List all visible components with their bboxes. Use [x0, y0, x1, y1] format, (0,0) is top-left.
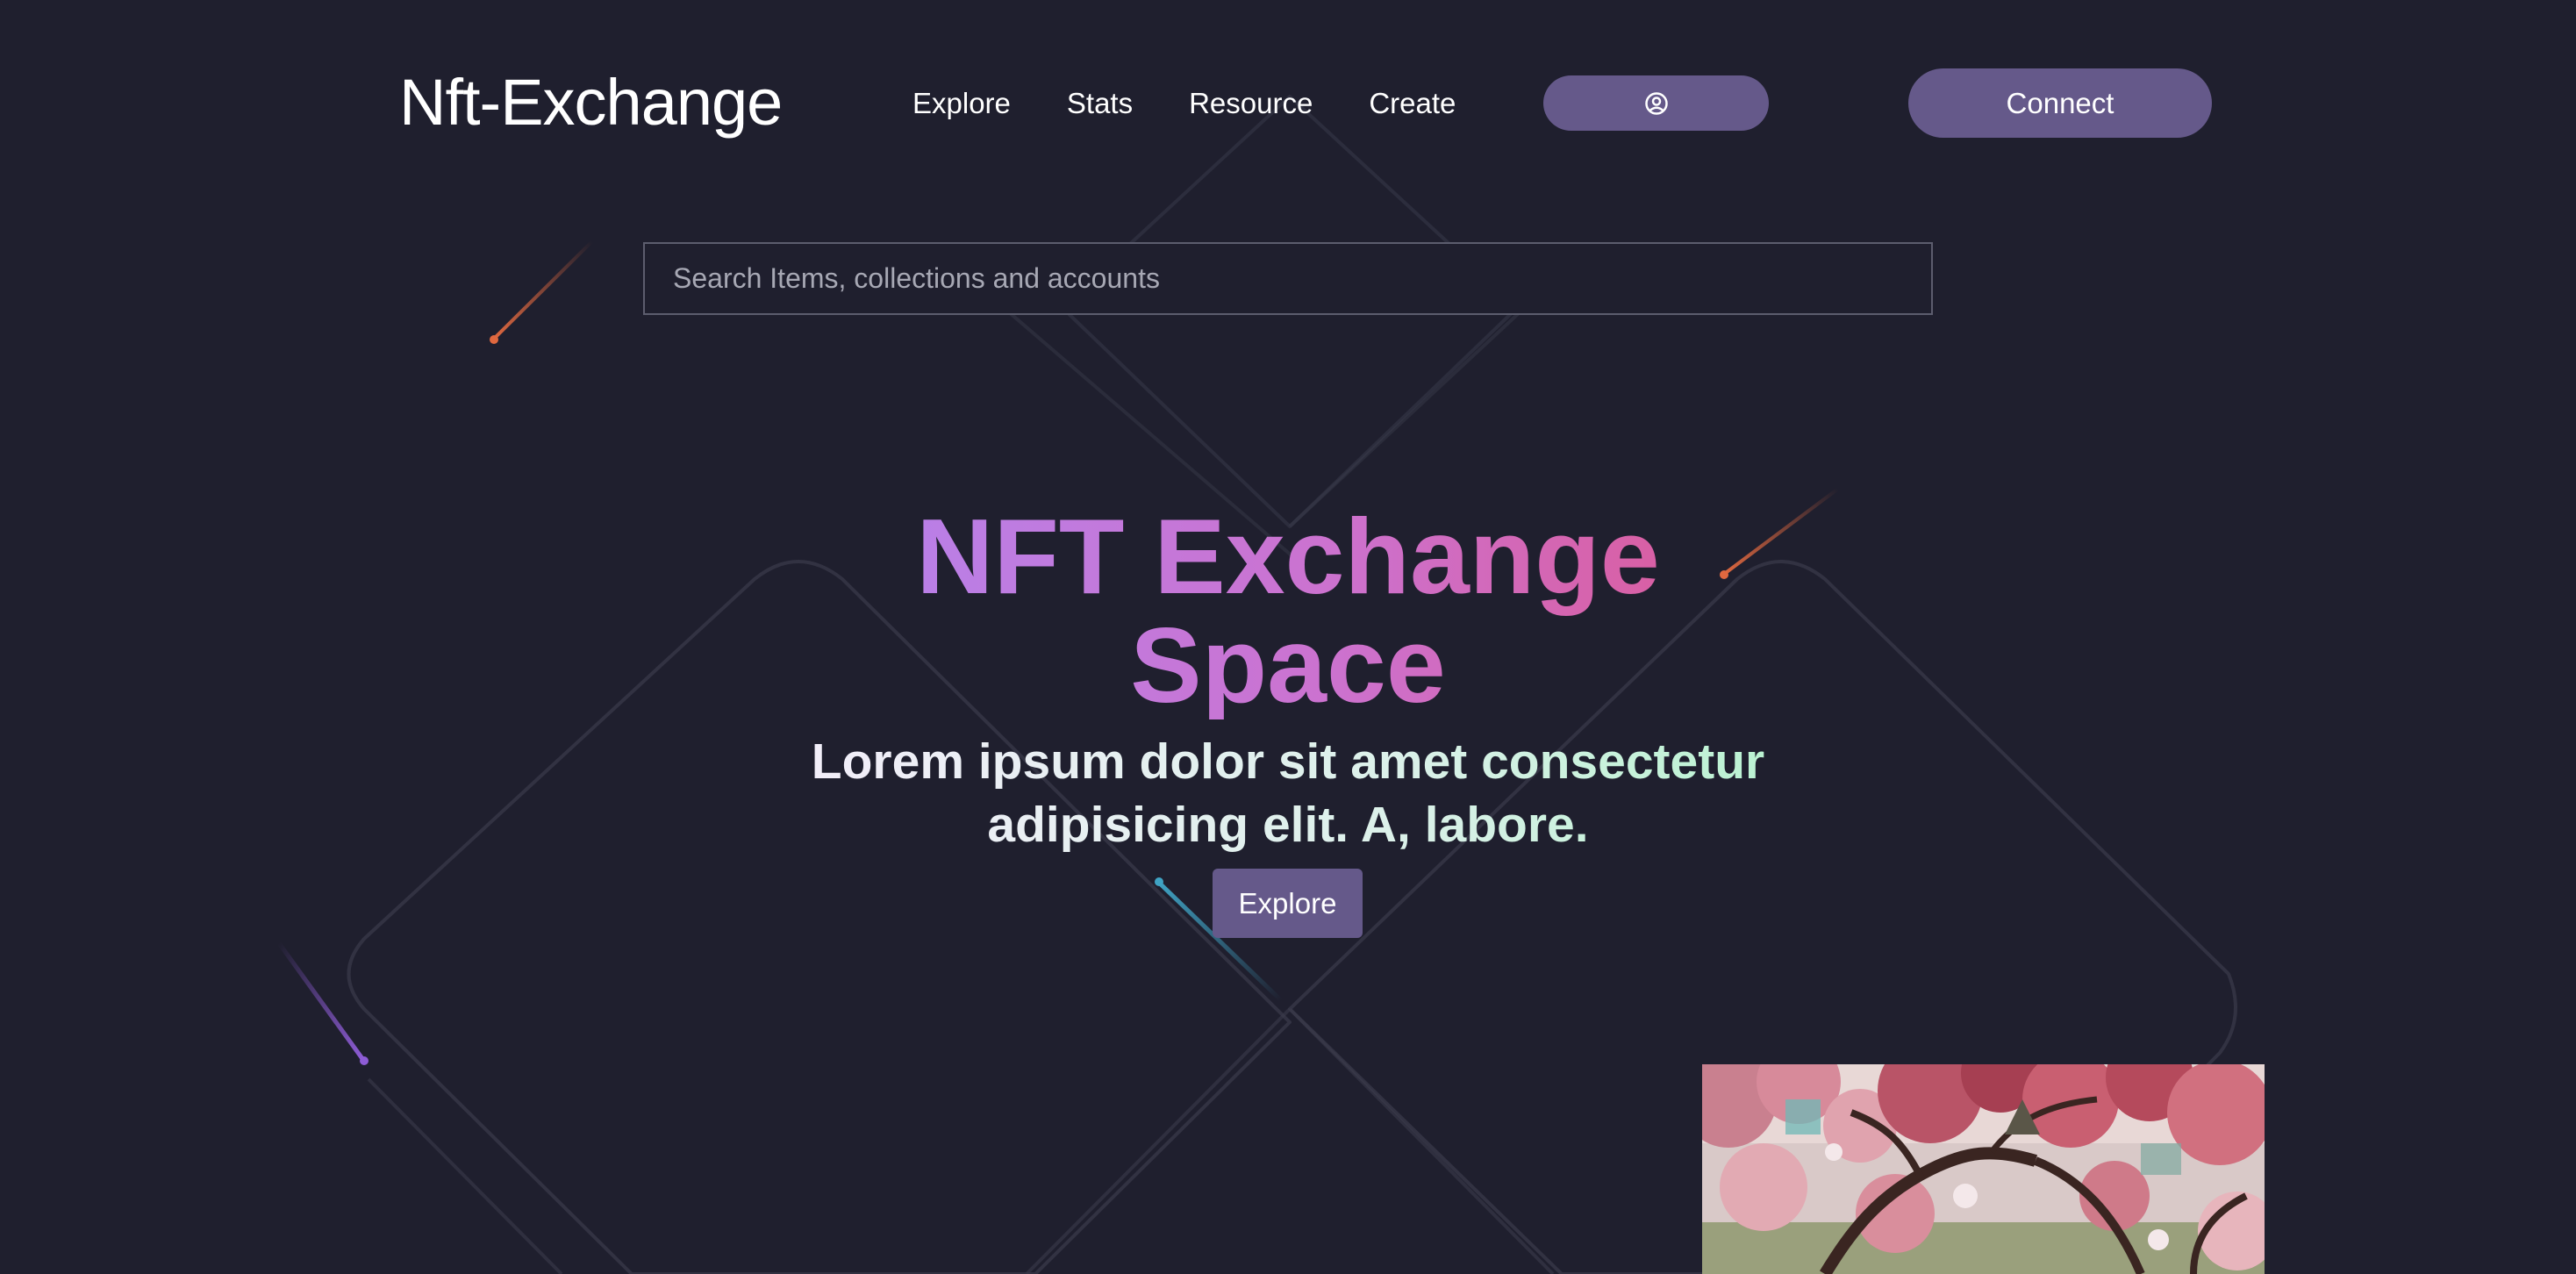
hero-subtitle: Lorem ipsum dolor sit amet consectetur a… [779, 730, 1797, 856]
nav-item-explore[interactable]: Explore [912, 87, 1011, 120]
nav-item-create[interactable]: Create [1369, 87, 1456, 120]
diamond-line-b [1288, 288, 1546, 528]
diamond-outline-bottom [1025, 1007, 1555, 1274]
connect-button[interactable]: Connect [1908, 68, 2212, 138]
search-input[interactable] [643, 242, 1933, 315]
nav-item-resource[interactable]: Resource [1189, 87, 1313, 120]
user-circle-icon [1644, 91, 1668, 115]
diamond-outline-lower-left [367, 1077, 563, 1274]
main-nav: Explore Stats Resource Create [912, 81, 1456, 126]
nav-item-stats[interactable]: Stats [1067, 87, 1133, 120]
site-logo[interactable]: Nft-Exchange [399, 63, 783, 142]
nft-artwork-image[interactable] [1702, 1064, 2265, 1274]
account-button[interactable] [1543, 75, 1769, 131]
explore-button[interactable]: Explore [1213, 869, 1363, 938]
hero-title: NFT Exchange Space [849, 502, 1727, 719]
